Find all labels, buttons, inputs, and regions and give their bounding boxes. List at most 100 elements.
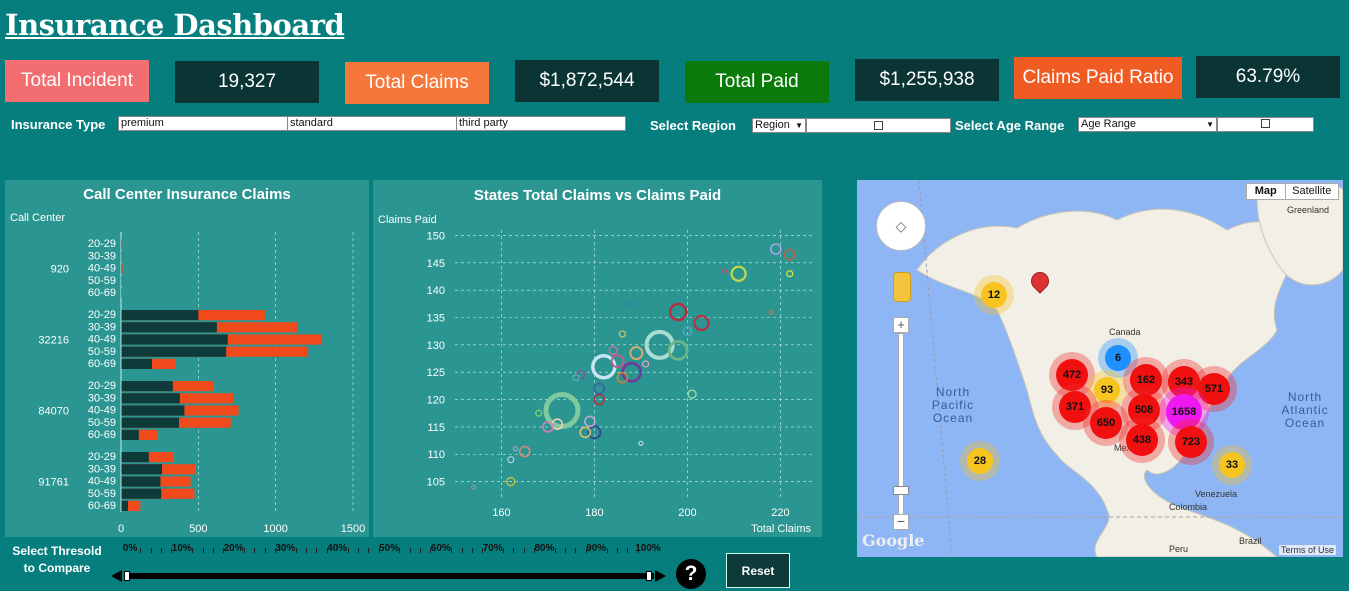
scatter-y-tick-label: 150 [427,230,445,242]
map-label-canada: Canada [1109,327,1141,337]
bar-age-label: 40-49 [88,263,116,275]
kpi-claims-value: $1,872,544 [515,60,659,102]
bar-age-label: 20-29 [88,238,116,250]
terms-of-use-link[interactable]: Terms of Use [1279,545,1337,555]
threshold-minor-tick [140,548,142,553]
scatter-point [512,446,519,452]
pegman-icon[interactable] [893,272,911,302]
threshold-minor-tick [565,548,567,553]
insurance-type-third-party[interactable]: third party [457,117,625,130]
map-cluster-marker[interactable]: 723 [1175,426,1207,458]
insurance-type-standard[interactable]: standard [288,117,457,130]
bar-paid [121,334,228,345]
claims-map[interactable]: Map Satellite ◇ + − Greenland Canada Nor… [857,180,1343,557]
bar-paid [121,429,139,440]
scatter-point [624,301,630,307]
map-label-north-atlantic: North Atlantic Ocean [1281,390,1329,430]
bar-paid [121,476,161,487]
scatter-point [470,484,477,490]
scatter-point [722,268,728,274]
map-cluster-marker[interactable]: 438 [1126,424,1158,456]
bar-paid [121,452,149,463]
scatter-x-axis-title: Total Claims [751,523,811,535]
zoom-in-button[interactable]: + [893,317,909,333]
map-label-colombia: Colombia [1169,502,1208,512]
scatter-y-tick-label: 145 [427,258,445,270]
age-range-checkbox[interactable] [1261,119,1270,128]
scatter-point [642,360,650,368]
threshold-minor-tick [243,548,245,553]
states-scatter-chart: Claims Paid Total Claims 105 110 115 120 125 13… [378,214,813,535]
zoom-out-button[interactable]: − [893,514,909,530]
scatter-point [593,382,605,395]
threshold-minor-tick [513,548,515,553]
help-icon[interactable]: ? [676,559,706,589]
map-cluster-marker[interactable]: 33 [1219,452,1245,478]
bar-paid [121,322,217,333]
kpi-ratio-value: 63.79% [1196,56,1340,98]
scatter-point [770,243,782,255]
scatter-point [629,346,644,360]
region-checkbox[interactable] [874,121,883,130]
bar-x-tick-label: 0 [118,523,124,535]
region-select[interactable]: Region ▼ [752,118,806,133]
zoom-handle[interactable] [893,486,909,495]
threshold-minor-tick [316,548,318,553]
bar-paid [121,310,199,321]
bar-paid [121,500,128,511]
call-center-chart-panel: Call Center Insurance Claims Call Center… [5,180,369,537]
threshold-track[interactable] [126,573,654,579]
threshold-minor-tick [357,548,359,553]
map-type-map[interactable]: Map [1247,184,1286,199]
reset-button[interactable]: Reset [726,553,790,588]
map-type-control[interactable]: Map Satellite [1246,183,1339,200]
kpi-incident-value: 19,327 [175,61,319,103]
threshold-minor-tick [554,548,556,553]
map-cluster-marker[interactable]: 12 [981,282,1007,308]
scatter-y-tick-label: 130 [427,340,445,352]
scatter-point [638,440,644,446]
region-select-value: Region [755,119,790,131]
threshold-minor-tick [161,548,163,553]
threshold-minor-tick [606,548,608,553]
bar-paid [121,393,180,404]
threshold-minor-tick [347,548,349,553]
insurance-type-slicer[interactable]: premium standard third party [118,116,626,131]
age-range-select-value: Age Range [1081,118,1137,130]
threshold-minor-tick [409,548,411,553]
threshold-max-handle[interactable] [646,571,652,581]
map-type-satellite[interactable]: Satellite [1286,184,1339,199]
chevron-down-icon: ▼ [1206,120,1214,129]
scatter-y-tick-label: 120 [427,395,445,407]
map-label-venezuela: Venezuela [1195,489,1238,499]
page-title: Insurance Dashboard [5,8,345,42]
threshold-right-arrow-icon[interactable] [655,570,666,582]
bar-age-label: 20-29 [88,380,116,392]
threshold-minor-tick [420,548,422,553]
scatter-point [693,314,710,332]
scatter-point [618,330,626,338]
threshold-minor-tick [523,548,525,553]
age-range-select[interactable]: Age Range ▼ [1078,117,1217,132]
kpi-paid-value: $1,255,938 [855,59,999,101]
bar-paid [121,405,185,416]
scatter-y-tick-label: 140 [427,285,445,297]
threshold-left-arrow-icon[interactable] [111,570,122,582]
bar-paid [121,417,179,428]
bar-age-label: 30-39 [88,321,116,333]
insurance-type-premium[interactable]: premium [119,117,288,130]
threshold-min-handle[interactable] [124,571,130,581]
region-label: Select Region [650,118,736,133]
scatter-point [584,415,596,428]
bar-age-label: 40-49 [88,405,116,417]
bar-age-label: 60-69 [88,429,116,441]
bar-age-label: 20-29 [88,451,116,463]
map-cluster-marker[interactable]: 28 [967,448,993,474]
age-range-label: Select Age Range [955,118,1065,133]
pan-control[interactable]: ◇ [876,201,926,251]
bar-y-axis-title: Call Center [10,212,65,224]
scatter-point [768,309,774,315]
map-cluster-marker[interactable]: 650 [1090,407,1122,439]
map-label-peru: Peru [1169,544,1189,554]
scatter-y-tick-label: 125 [427,367,445,379]
